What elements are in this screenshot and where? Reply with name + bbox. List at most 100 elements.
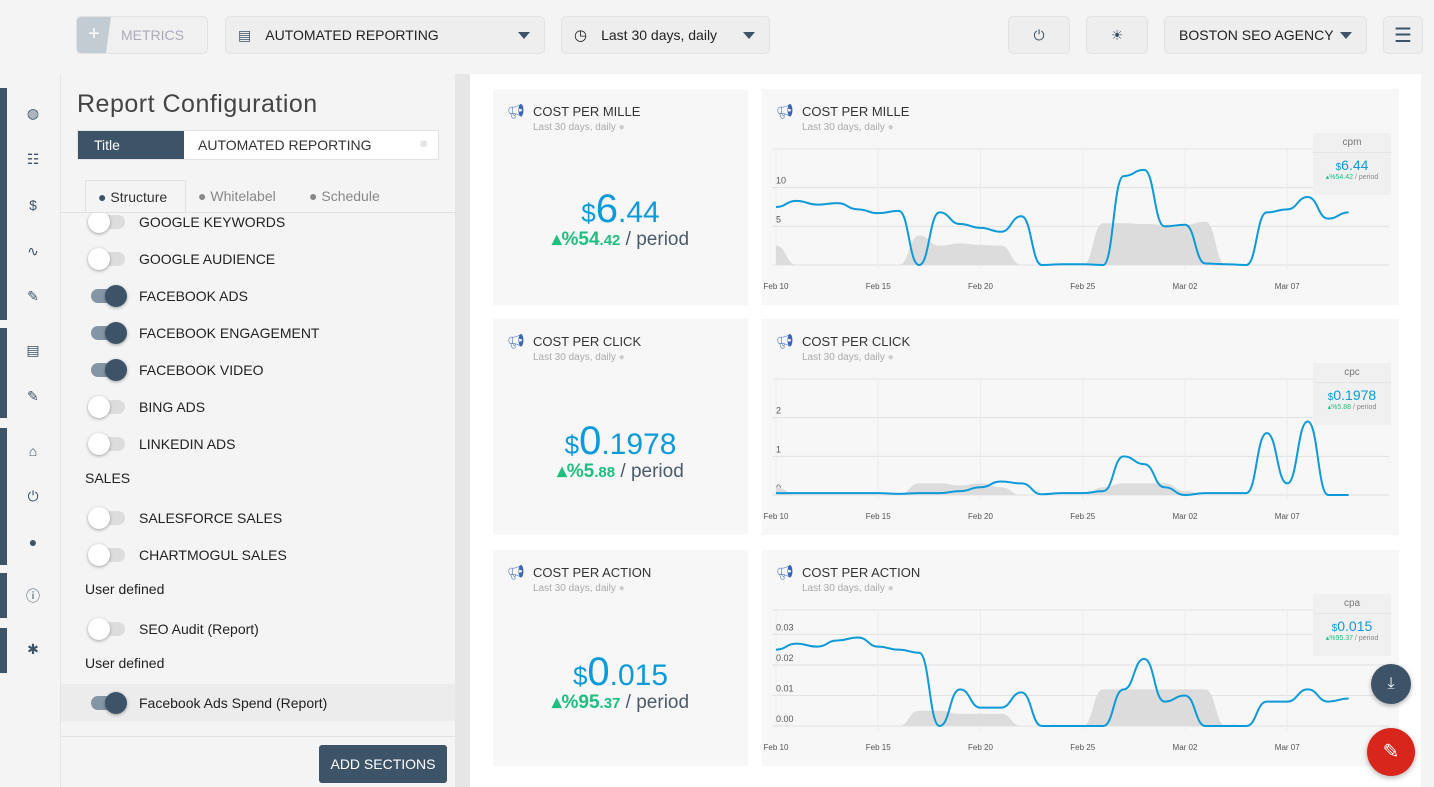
- kpi-value: $0.1978: [564, 419, 677, 463]
- toggle-label: GOOGLE AUDIENCE: [139, 250, 276, 267]
- hamburger-icon: ☰: [1394, 24, 1412, 47]
- line-chart: 0.00 0.01 0.02 0.03 Feb 10 Feb 15 Feb 20 Feb 25…: [764, 609, 1389, 752]
- agency-select[interactable]: BOSTON SEO AGENCY: [1164, 16, 1367, 54]
- toggle-switch[interactable]: [91, 358, 127, 381]
- card-subtitle: Last 30 days, daily ●: [533, 583, 625, 594]
- pencil-icon[interactable]: ✎: [24, 387, 42, 405]
- toggle-switch[interactable]: [88, 617, 125, 640]
- toggle-row: GOOGLE AUDIENCE: [61, 240, 455, 277]
- structure-list: GOOGLE KEYWORDS GOOGLE AUDIENCE FACEBOOK A…: [61, 212, 455, 736]
- x-tick-label: Feb 20: [968, 512, 993, 521]
- toggle-switch[interactable]: [91, 321, 127, 344]
- nav-group-strip: [0, 428, 7, 565]
- toggle-row: FACEBOOK VIDEO: [61, 351, 455, 388]
- toggle-label: Facebook Ads Spend (Report): [139, 694, 328, 711]
- x-tick-label: Feb 25: [1070, 743, 1095, 752]
- line-chart: 012Feb 10Feb 15Feb 20Feb 25Mar 02Mar 07: [764, 378, 1389, 521]
- megaphone-icon: 📢︎: [507, 564, 525, 580]
- globe-icon[interactable]: ◍: [24, 104, 42, 122]
- y-tick-label: 0.00: [776, 714, 794, 724]
- card-title: COST PER ACTION: [533, 565, 652, 580]
- add-metrics-button[interactable]: + METRICS: [76, 16, 208, 54]
- x-tick-label: Mar 07: [1275, 743, 1300, 752]
- tab-structure[interactable]: ● Structure: [85, 180, 186, 213]
- divider: [61, 736, 455, 737]
- bank-icon[interactable]: ⌂: [24, 442, 42, 460]
- toggle-switch[interactable]: [88, 395, 125, 418]
- account-icon[interactable]: ●: [24, 533, 42, 551]
- menu-button[interactable]: ☰: [1383, 16, 1423, 54]
- toggle-row: SEO Audit (Report): [61, 610, 455, 647]
- integrations-button[interactable]: ⏻: [1008, 16, 1070, 54]
- tab-label: Schedule: [321, 188, 380, 204]
- x-tick-label: Feb 10: [764, 743, 789, 752]
- whitelabel-icon: ●: [198, 188, 207, 204]
- megaphone-icon: 📢︎: [507, 103, 525, 119]
- tab-schedule[interactable]: ● Schedule: [309, 180, 380, 213]
- toggle-row: SALESFORCE SALES: [61, 499, 455, 536]
- edit-fab[interactable]: ✎: [1367, 728, 1415, 776]
- report-select[interactable]: ▤ AUTOMATED REPORTING: [225, 16, 545, 54]
- title-input[interactable]: AUTOMATED REPORTING ⊗: [184, 131, 438, 159]
- brush-icon[interactable]: ✎: [24, 287, 42, 305]
- chevron-down-icon: [743, 32, 755, 39]
- panel-scrollbar[interactable]: [455, 74, 470, 787]
- toggle-label: SALESFORCE SALES: [139, 509, 283, 526]
- section-heading: User defined: [85, 581, 165, 597]
- x-tick-label: Feb 10: [764, 282, 789, 291]
- toggle-label: LINKEDIN ADS: [139, 435, 236, 452]
- nav-group-strip: [0, 573, 7, 618]
- info-icon[interactable]: ⓘ: [24, 587, 42, 605]
- chevron-down-icon: [1340, 32, 1352, 39]
- toggle-switch[interactable]: [88, 247, 125, 270]
- tab-whitelabel[interactable]: ● Whitelabel: [198, 180, 276, 213]
- kpi-change: ▴%5.88 / period: [557, 461, 684, 482]
- bug-icon[interactable]: ✱: [24, 640, 42, 658]
- report-configuration-panel: Report Configuration Title AUTOMATED REP…: [60, 74, 455, 787]
- toggle-switch[interactable]: [88, 432, 125, 455]
- toggle-label: GOOGLE KEYWORDS: [139, 213, 286, 230]
- chart-card: 📢︎ COST PER CLICK Last 30 days, daily ● …: [762, 319, 1399, 535]
- info-icon[interactable]: ●: [619, 352, 625, 363]
- users-icon[interactable]: ☷: [24, 150, 42, 168]
- add-sections-button[interactable]: ADD SECTIONS: [319, 745, 447, 783]
- card-subtitle: Last 30 days, daily ●: [533, 352, 625, 363]
- nav-group-strip: [0, 328, 7, 418]
- plug-icon[interactable]: ⏻: [24, 487, 42, 505]
- sun-icon: ☀: [1110, 26, 1124, 43]
- clipboard-icon[interactable]: ▤: [24, 341, 42, 359]
- title-label: Title: [78, 131, 184, 159]
- kpi-change: ▴%95.37 / period: [551, 692, 690, 713]
- toggle-switch[interactable]: [88, 543, 125, 566]
- y-tick-label: 0.02: [776, 653, 794, 663]
- download-icon: ⤓: [1387, 675, 1395, 692]
- toggle-row: FACEBOOK ENGAGEMENT: [61, 314, 455, 351]
- toggle-switch[interactable]: [91, 284, 127, 307]
- chart-legend: cpa $0.015 ▴%95.37 / period: [1313, 594, 1391, 656]
- chart-legend: cpm $6.44 ▴%54.42 / period: [1313, 133, 1391, 195]
- theme-button[interactable]: ☀: [1086, 16, 1148, 54]
- date-range-value: Last 30 days, daily: [601, 27, 718, 43]
- dollar-cycle-icon[interactable]: $: [24, 196, 42, 214]
- x-tick-label: Mar 02: [1173, 512, 1198, 521]
- toggle-label: CHARTMOGUL SALES: [139, 546, 287, 563]
- date-range-select[interactable]: ◷ Last 30 days, daily: [561, 16, 770, 54]
- info-icon[interactable]: ●: [619, 583, 625, 594]
- section-heading: User defined: [85, 655, 165, 671]
- toggle-switch[interactable]: [88, 506, 125, 529]
- clear-icon[interactable]: ⊗: [420, 131, 428, 159]
- download-button[interactable]: ⤓: [1371, 664, 1411, 704]
- y-tick-label: 1: [776, 444, 781, 454]
- report-select-value: AUTOMATED REPORTING: [265, 27, 439, 43]
- title-field: Title AUTOMATED REPORTING ⊗: [77, 130, 439, 160]
- toggle-row: FACEBOOK ADS: [61, 277, 455, 314]
- series-line-cpm: [775, 168, 1349, 267]
- info-icon[interactable]: ●: [619, 122, 625, 133]
- toggle-switch[interactable]: [88, 213, 125, 233]
- section-heading: SALES: [85, 470, 131, 486]
- y-tick-label: 2: [776, 406, 781, 416]
- series-line-cpa: [775, 636, 1349, 728]
- chart-line-icon[interactable]: ∿: [24, 242, 42, 260]
- toggle-switch[interactable]: [91, 691, 127, 714]
- x-tick-label: Feb 15: [866, 512, 891, 521]
